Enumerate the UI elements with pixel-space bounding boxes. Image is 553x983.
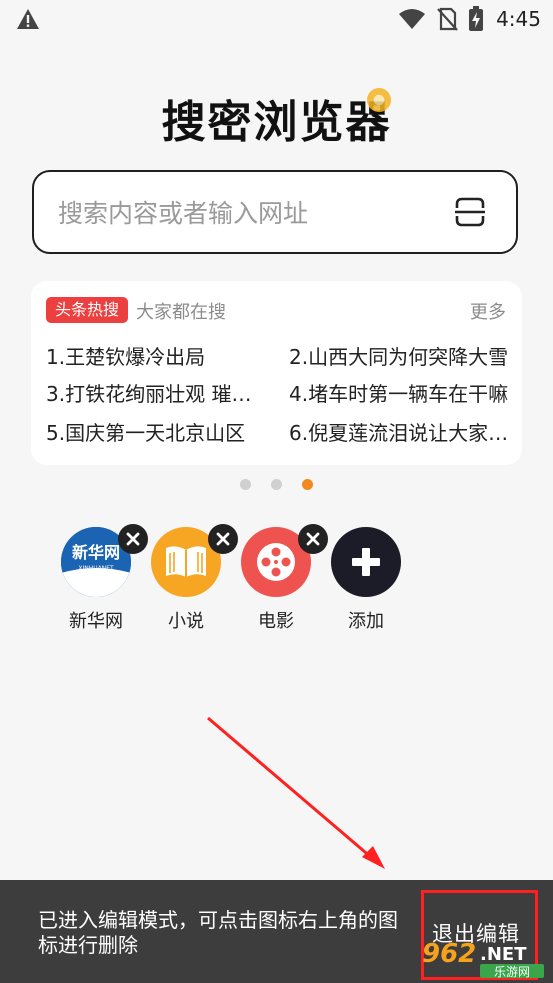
plus-icon: [352, 548, 380, 576]
watermark-sub: 乐游网: [494, 965, 530, 978]
hot-search-badge: 头条热搜: [46, 297, 129, 323]
scan-icon[interactable]: [454, 196, 486, 228]
search-box[interactable]: [32, 170, 518, 254]
battery-charging-icon: [469, 6, 484, 31]
search-input[interactable]: [56, 192, 440, 234]
shortcut-label: 添加: [348, 611, 384, 632]
shortcut-label: 电影: [258, 611, 294, 632]
hot-search-subtitle: 大家都在搜: [136, 302, 226, 323]
hot-search-card: 头条热搜 大家都在搜 更多 1.王楚钦爆冷出局 2.山西大同为何突降大雪 3.打…: [31, 281, 522, 465]
pager-dot-2[interactable]: [271, 479, 282, 490]
hot-search-item[interactable]: 1.王楚钦爆冷出局: [46, 341, 266, 370]
hot-search-item[interactable]: 6.倪夏莲流泪说让大家失望了: [289, 417, 509, 446]
shortcut-xinhuanet[interactable]: 新华网 XINHUANET 新华网: [49, 524, 148, 637]
hot-search-more-link[interactable]: 更多: [470, 298, 506, 324]
status-bar: 4:45: [0, 0, 553, 40]
no-sim-icon: [437, 7, 458, 31]
close-icon: [216, 532, 230, 546]
watermark-suffix: .NET: [480, 944, 527, 965]
status-icons: 4:45: [398, 6, 541, 32]
shortcut-novel[interactable]: 小说: [139, 524, 238, 637]
hot-search-item[interactable]: 3.打铁花绚丽壮观 璀璨夺目: [46, 378, 266, 407]
pager-dot-3-active[interactable]: [302, 479, 313, 490]
xinhuanet-logo-subtext: XINHUANET: [78, 565, 114, 572]
film-reel-icon: [257, 543, 295, 581]
hot-search-item[interactable]: 5.国庆第一天北京山区: [46, 417, 266, 446]
watermark-logo: 962 .NET 乐游网: [422, 939, 544, 978]
watermark-main: 962: [422, 939, 476, 969]
app-title: 搜密浏览器: [161, 97, 392, 148]
close-icon: [306, 532, 320, 546]
xinhuanet-logo-text: 新华网: [72, 543, 120, 562]
clock: 4:45: [496, 7, 541, 31]
shortcut-label: 新华网: [69, 611, 123, 632]
edit-mode-message: 已进入编辑模式，可点击图标右上角的图标进行删除: [38, 908, 398, 957]
shortcut-add[interactable]: 添加: [319, 527, 409, 637]
hot-search-item[interactable]: 2.山西大同为何突降大雪: [289, 341, 509, 370]
hot-search-item[interactable]: 4.堵车时第一辆车在干嘛: [289, 378, 509, 407]
book-icon: [166, 546, 206, 577]
pager-dot-1[interactable]: [240, 479, 251, 490]
shortcut-label: 小说: [168, 611, 204, 632]
warning-icon: [17, 9, 39, 29]
shortcut-movie[interactable]: 电影: [229, 524, 328, 637]
close-icon: [126, 532, 140, 546]
add-shortcut-button[interactable]: [331, 527, 401, 597]
title-badge-dot: [367, 88, 391, 112]
wifi-icon: [399, 9, 426, 29]
